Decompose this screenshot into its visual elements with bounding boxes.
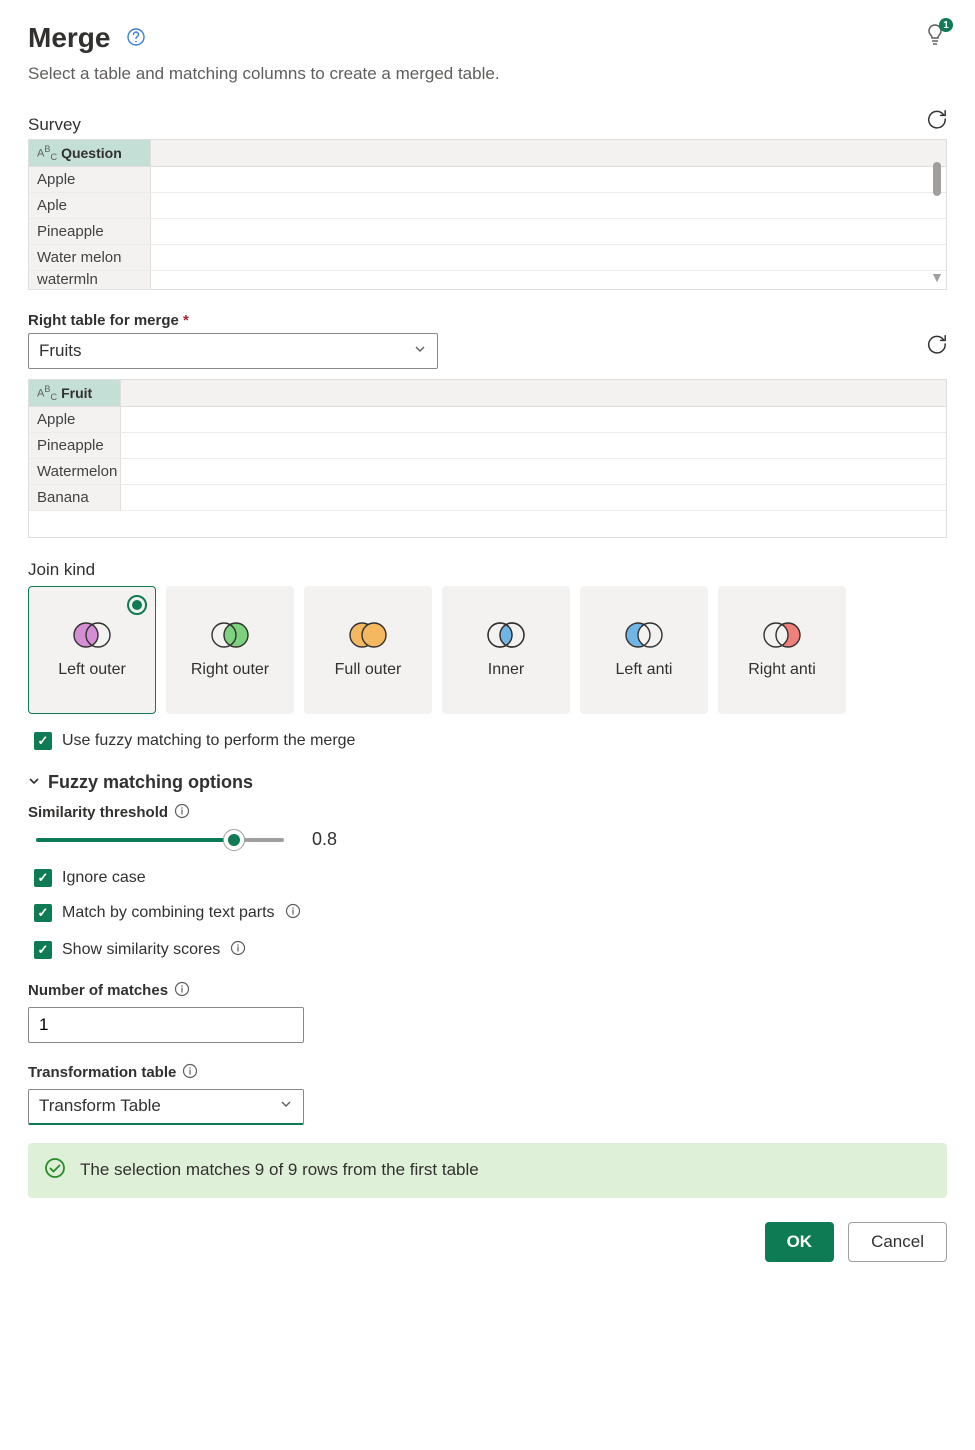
ideas-icon[interactable]: 1 <box>923 22 947 51</box>
similarity-value: 0.8 <box>312 829 337 850</box>
banner-text: The selection matches 9 of 9 rows from t… <box>80 1160 479 1180</box>
right-column-header[interactable]: ABC Fruit <box>29 380 121 406</box>
combine-parts-checkbox[interactable]: ✓ <box>34 904 52 922</box>
scrollbar[interactable]: ▲ ▼ <box>928 167 946 289</box>
join-right-outer[interactable]: Right outer <box>166 586 294 714</box>
num-matches-label: Number of matches <box>28 982 168 999</box>
fuzzy-checkbox-label: Use fuzzy matching to perform the merge <box>62 732 355 750</box>
abc-type-icon: ABC <box>37 384 57 402</box>
right-table-label: Right table for merge <box>28 312 179 329</box>
ignore-case-checkbox[interactable]: ✓ <box>34 869 52 887</box>
left-table-preview: ABC Question Apple Aple Pineapple Water … <box>28 139 947 290</box>
right-table-select-value: Fruits <box>39 341 82 361</box>
fuzzy-options-toggle[interactable]: Fuzzy matching options <box>28 772 947 793</box>
title-text: Merge <box>28 22 110 54</box>
required-asterisk: * <box>183 312 189 329</box>
similarity-label: Similarity threshold <box>28 804 168 821</box>
num-matches-input[interactable] <box>28 1007 304 1043</box>
join-left-outer[interactable]: Left outer <box>28 586 156 714</box>
info-icon[interactable] <box>285 903 301 924</box>
right-cell[interactable]: Banana <box>29 485 121 510</box>
success-icon <box>44 1157 66 1184</box>
join-radio-selected-icon <box>127 595 147 615</box>
show-scores-checkbox[interactable]: ✓ <box>34 941 52 959</box>
ideas-badge: 1 <box>939 18 953 32</box>
ignore-case-label: Ignore case <box>62 869 146 887</box>
page-title: Merge <box>28 22 146 54</box>
left-cell[interactable]: watermln <box>29 271 151 289</box>
cancel-button[interactable]: Cancel <box>848 1222 947 1262</box>
chevron-down-icon <box>28 775 40 790</box>
chevron-down-icon <box>413 341 427 361</box>
show-scores-label: Show similarity scores <box>62 941 220 959</box>
page-subtitle: Select a table and matching columns to c… <box>28 64 947 84</box>
refresh-left-icon[interactable] <box>925 108 947 135</box>
join-left-anti[interactable]: Left anti <box>580 586 708 714</box>
join-full-outer[interactable]: Full outer <box>304 586 432 714</box>
abc-type-icon: ABC <box>37 144 57 162</box>
left-cell[interactable]: Apple <box>29 167 151 192</box>
left-cell[interactable]: Water melon <box>29 245 151 270</box>
ok-button[interactable]: OK <box>765 1222 835 1262</box>
similarity-slider[interactable] <box>36 829 284 851</box>
help-icon[interactable] <box>126 22 146 54</box>
chevron-down-icon <box>279 1096 293 1116</box>
right-cell[interactable]: Pineapple <box>29 433 121 458</box>
right-table-select[interactable]: Fruits <box>28 333 438 369</box>
right-cell[interactable]: Apple <box>29 407 121 432</box>
refresh-right-icon[interactable] <box>925 333 947 358</box>
join-inner[interactable]: Inner <box>442 586 570 714</box>
scroll-thumb[interactable] <box>933 162 941 196</box>
info-icon[interactable] <box>230 940 246 961</box>
left-column-header[interactable]: ABC Question <box>29 140 151 166</box>
join-kind-label: Join kind <box>28 560 947 580</box>
join-right-anti[interactable]: Right anti <box>718 586 846 714</box>
left-table-name: Survey <box>28 115 81 135</box>
combine-parts-label: Match by combining text parts <box>62 904 275 922</box>
scroll-down-icon[interactable]: ▼ <box>930 269 944 285</box>
slider-thumb[interactable] <box>223 829 245 851</box>
transform-table-select[interactable]: Transform Table <box>28 1089 304 1125</box>
left-cell[interactable]: Aple <box>29 193 151 218</box>
info-icon[interactable] <box>174 803 190 823</box>
info-icon[interactable] <box>174 981 190 1001</box>
match-status-banner: The selection matches 9 of 9 rows from t… <box>28 1143 947 1198</box>
left-cell[interactable]: Pineapple <box>29 219 151 244</box>
right-cell[interactable]: Watermelon <box>29 459 121 484</box>
fuzzy-checkbox[interactable]: ✓ <box>34 732 52 750</box>
transform-table-value: Transform Table <box>39 1096 161 1116</box>
info-icon[interactable] <box>182 1063 198 1083</box>
transform-table-label: Transformation table <box>28 1064 176 1081</box>
right-table-preview: ABC Fruit Apple Pineapple Watermelon Ban… <box>28 379 947 538</box>
